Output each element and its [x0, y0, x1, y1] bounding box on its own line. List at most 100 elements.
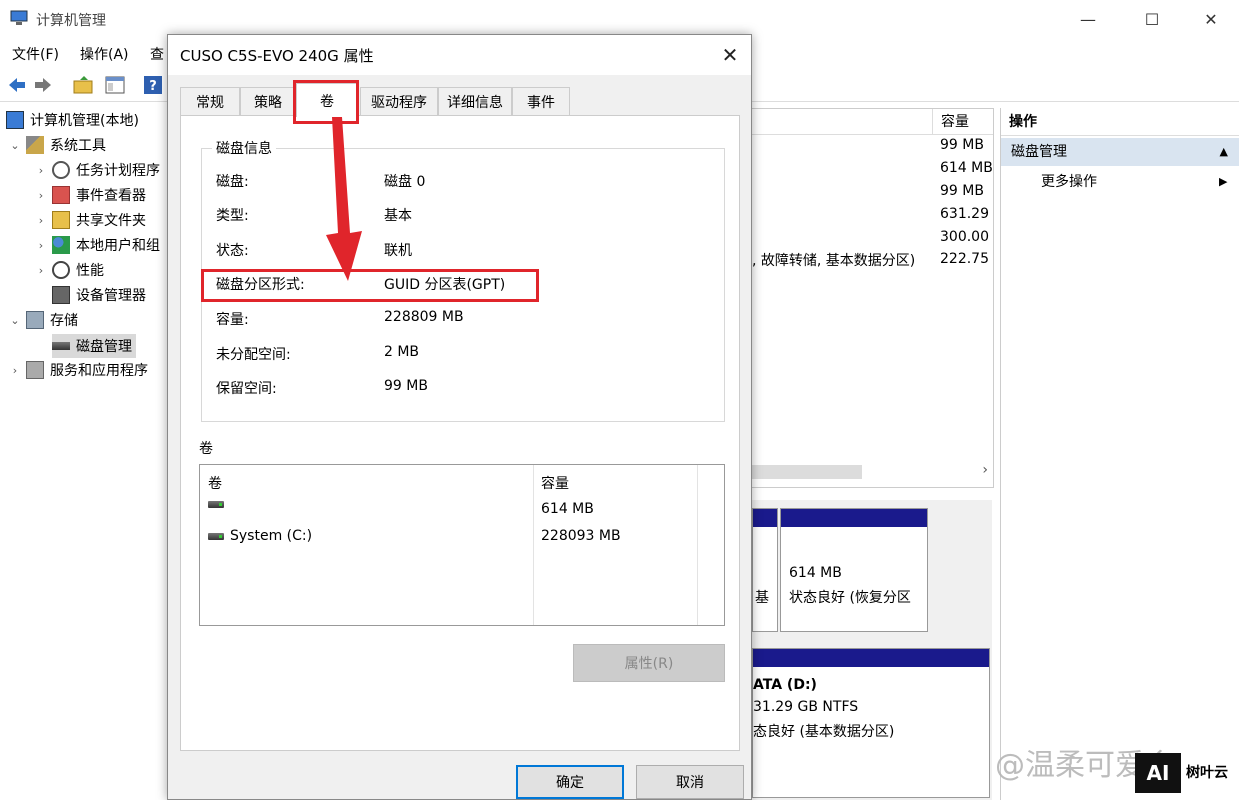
capacity-cell: 222.75 [940, 251, 989, 267]
tree-label: 任务计划程序 [76, 163, 160, 179]
chevron-down-icon[interactable]: ⌄ [8, 314, 22, 327]
drive-icon [208, 532, 224, 540]
chevron-down-icon[interactable]: ⌄ [8, 139, 22, 152]
close-window-button[interactable]: ✕ [1183, 4, 1239, 34]
forward-arrow-icon[interactable] [32, 74, 54, 96]
table-row[interactable] [208, 501, 230, 508]
tree-item-event-viewer[interactable]: › 事件查看器 [34, 183, 146, 207]
chevron-right-icon[interactable]: › [34, 164, 48, 177]
chevron-right-icon[interactable]: › [982, 462, 988, 478]
reserved-label: 保留空间: [216, 381, 277, 397]
tab-general[interactable]: 常规 [180, 87, 240, 115]
drive-d-name: ATA (D:) [753, 677, 817, 693]
tree-item-system-tools[interactable]: ⌄ 系统工具 [8, 133, 106, 157]
chevron-right-icon[interactable]: › [8, 364, 22, 377]
status-label: 状态: [216, 243, 249, 259]
tree-item-task-scheduler[interactable]: › 任务计划程序 [34, 158, 160, 182]
tree-item-performance[interactable]: › 性能 [34, 258, 104, 282]
minimize-button[interactable]: — [1060, 4, 1116, 34]
tree-label: 系统工具 [50, 138, 106, 154]
table-row[interactable]: System (C:) [208, 528, 312, 544]
menu-view[interactable]: 查 [150, 44, 164, 64]
volume-capacity: 228093 MB [541, 528, 621, 544]
shared-folder-icon [52, 211, 70, 229]
tab-details[interactable]: 详细信息 [438, 87, 512, 115]
capacity-column-header[interactable]: 容量 [541, 473, 569, 493]
tab-events[interactable]: 事件 [512, 87, 570, 115]
tree-item-shared-folders[interactable]: › 共享文件夹 [34, 208, 146, 232]
volume-column-header[interactable]: 卷 [208, 473, 222, 493]
back-arrow-icon[interactable] [6, 74, 28, 96]
help-icon[interactable]: ? [142, 74, 164, 96]
chevron-right-icon[interactable]: › [34, 264, 48, 277]
svg-text:?: ? [149, 79, 157, 94]
drive-icon [208, 501, 224, 508]
tree-label: 存储 [50, 313, 78, 329]
dialog-close-button[interactable]: ✕ [716, 41, 744, 69]
capacity-column-header[interactable]: 容量 [932, 109, 993, 135]
column-divider [533, 465, 534, 625]
scrollbar-thumb[interactable] [752, 465, 862, 479]
column-divider [697, 465, 698, 625]
tree-item-device-manager[interactable]: 设备管理器 [52, 283, 146, 307]
disk-icon [52, 342, 70, 350]
tree-item-storage[interactable]: ⌄ 存储 [8, 308, 78, 332]
list-header: 容量 [752, 109, 993, 135]
console-tree: 计算机管理(本地) ⌄ 系统工具 › 任务计划程序 › 事件查看器 › 共享文件… [0, 104, 168, 800]
partition-label: 基 [755, 590, 769, 606]
maximize-icon: ☐ [1144, 9, 1160, 29]
clock-icon [52, 161, 70, 179]
tree-item-local-users[interactable]: › 本地用户和组 [34, 233, 160, 257]
tree-label: 计算机管理(本地) [30, 113, 139, 129]
folder-up-icon[interactable] [72, 74, 94, 96]
capacity-cell: 99 MB [940, 183, 984, 199]
volumes-title: 卷 [199, 441, 213, 457]
volumes-table[interactable]: 卷 容量 614 MB System (C:) 228093 MB [199, 464, 725, 626]
collapse-arrow-icon[interactable]: ▲ [1220, 138, 1228, 166]
chevron-right-icon[interactable]: › [34, 189, 48, 202]
watermark-badge-label: 树叶云 [1186, 765, 1228, 781]
tree-item-disk-management[interactable]: 磁盘管理 [52, 334, 136, 358]
services-icon [26, 361, 44, 379]
tree-label: 事件查看器 [76, 188, 146, 204]
disk-value: 磁盘 0 [384, 174, 426, 190]
maximize-button[interactable]: ☐ [1124, 4, 1180, 34]
cancel-button[interactable]: 取消 [636, 765, 744, 799]
more-actions-item[interactable]: 更多操作 [1041, 170, 1097, 194]
actions-pane: 操作 磁盘管理 ▲ 更多操作 ▶ [1000, 108, 1239, 800]
chevron-right-icon[interactable]: › [34, 239, 48, 252]
ok-button[interactable]: 确定 [516, 765, 624, 799]
dialog-title: CUSO C5S-EVO 240G 属性 [180, 47, 374, 65]
tree-label: 磁盘管理 [76, 339, 132, 355]
watermark-badge: AI [1135, 753, 1181, 793]
tree-label: 本地用户和组 [76, 238, 160, 254]
computer-management-icon [6, 111, 24, 129]
tree-item-root[interactable]: 计算机管理(本地) [6, 108, 139, 132]
red-arrow-icon [326, 117, 362, 281]
tab-policies[interactable]: 策略 [240, 87, 296, 115]
unallocated-value: 2 MB [384, 344, 420, 360]
tree-label: 性能 [76, 263, 104, 279]
menu-file[interactable]: 文件(F) [12, 44, 59, 64]
chevron-right-icon[interactable]: › [34, 214, 48, 227]
tree-item-services-apps[interactable]: › 服务和应用程序 [8, 358, 148, 382]
performance-icon [52, 261, 70, 279]
users-icon [52, 236, 70, 254]
console-tree-icon[interactable] [104, 74, 126, 96]
horizontal-scrollbar[interactable]: › [752, 462, 994, 482]
window-title: 计算机管理 [36, 13, 106, 29]
partition-box[interactable]: 614 MB 状态良好 (恢复分区 [780, 508, 928, 632]
menu-action[interactable]: 操作(A) [80, 44, 129, 64]
submenu-arrow-icon[interactable]: ▶ [1219, 170, 1227, 194]
properties-button[interactable]: 属性(R) [573, 644, 725, 682]
actions-disk-management[interactable]: 磁盘管理 ▲ [1001, 138, 1239, 166]
actions-header: 操作 [1001, 108, 1239, 136]
volume-list: 容量 99 MB 614 MB 99 MB 631.29 300.00 222.… [752, 108, 994, 488]
partition-box[interactable]: 基 [752, 508, 778, 632]
capacity-cell: 300.00 [940, 229, 989, 245]
capacity-value: 228809 MB [384, 309, 464, 325]
disk-info-title: 磁盘信息 [212, 138, 276, 158]
device-manager-icon [52, 286, 70, 304]
tab-driver[interactable]: 驱动程序 [360, 87, 438, 115]
drive-d-box[interactable]: ATA (D:) 31.29 GB NTFS 态良好 (基本数据分区) [752, 648, 990, 798]
